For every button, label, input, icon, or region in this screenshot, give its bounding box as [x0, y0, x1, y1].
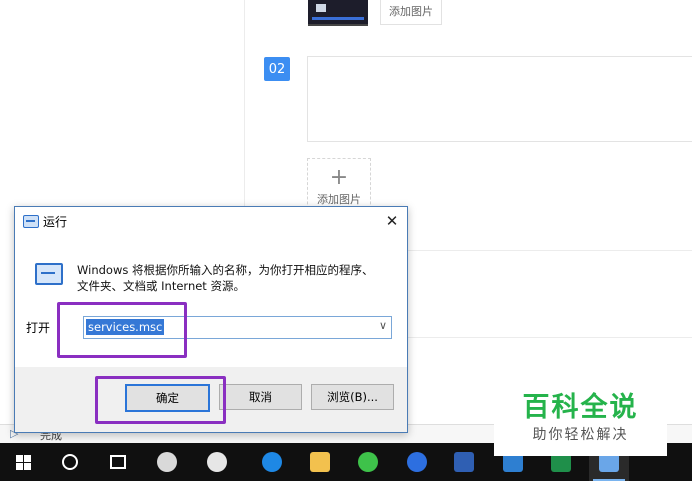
browse-button[interactable]: 浏览(B)...: [311, 384, 394, 410]
file-explorer-icon[interactable]: [300, 443, 340, 481]
dialog-titlebar[interactable]: 运行 ✕: [15, 207, 407, 235]
watermark-subtitle: 助你轻松解决: [532, 427, 629, 443]
chevron-down-icon[interactable]: ∨: [379, 319, 387, 332]
dialog-description: Windows 将根据你所输入的名称，为你打开相应的程序、文件夹、文档或 Int…: [77, 263, 374, 293]
ie-green-icon[interactable]: [348, 443, 388, 481]
open-label: 打开: [26, 321, 51, 335]
thumbnail-window: [316, 4, 326, 12]
run-icon: [23, 215, 39, 228]
plus-icon: +: [329, 165, 349, 190]
dialog-title: 运行: [43, 215, 68, 229]
step-text-area[interactable]: [307, 56, 692, 142]
pinwheel-app-icon[interactable]: [147, 443, 187, 481]
image-thumbnail[interactable]: [308, 0, 368, 26]
sogou-browser-icon[interactable]: [397, 443, 437, 481]
windows-start-icon[interactable]: [3, 443, 43, 481]
close-button[interactable]: ✕: [377, 207, 407, 235]
search-icon[interactable]: [50, 443, 90, 481]
edge-legacy-icon[interactable]: [197, 443, 237, 481]
add-image-label: 添加图片: [317, 193, 361, 206]
run-program-icon: [35, 263, 63, 285]
word-icon[interactable]: [444, 443, 484, 481]
add-image-button-small[interactable]: 添加图片: [380, 0, 442, 25]
watermark: 百科全说 助你轻松解决: [494, 386, 667, 456]
ok-highlight-box: [95, 376, 226, 424]
task-view-icon[interactable]: [98, 443, 138, 481]
input-highlight-box: [57, 302, 187, 358]
step-number-badge: 02: [264, 57, 290, 81]
cancel-button[interactable]: 取消: [219, 384, 302, 410]
thumbnail-taskbar: [312, 17, 364, 20]
edge-icon[interactable]: [252, 443, 292, 481]
watermark-title: 百科全说: [522, 392, 639, 423]
